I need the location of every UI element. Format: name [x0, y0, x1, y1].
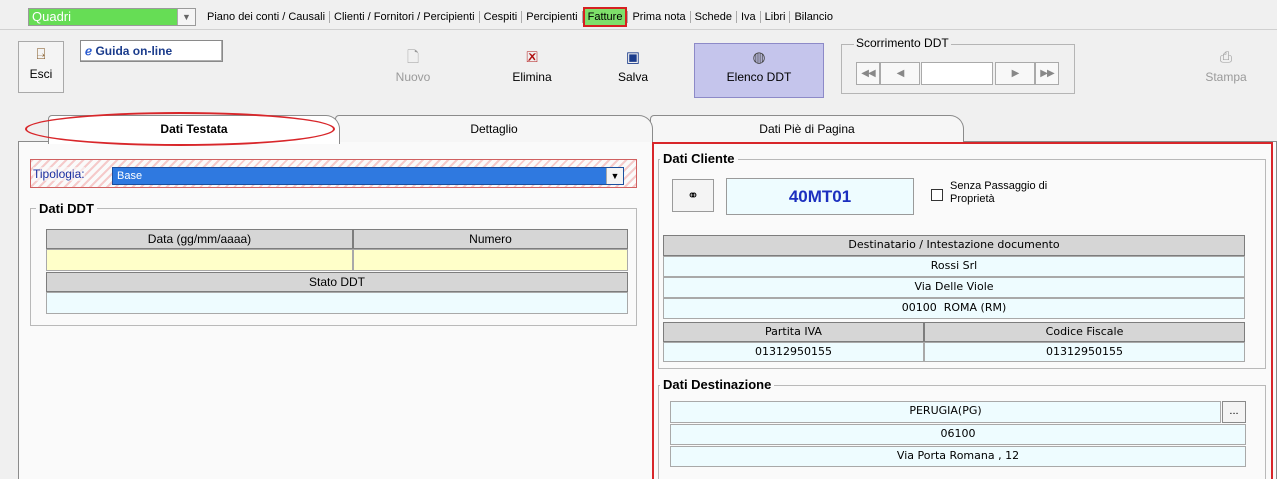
vat-header: Partita IVA	[663, 322, 924, 342]
destination-postal-field: 06100	[670, 424, 1246, 445]
print-button[interactable]: ⎙ Stampa	[1190, 50, 1262, 95]
ddt-list-button[interactable]: ◍ Elenco DDT	[694, 43, 824, 98]
dati-ddt-title: Dati DDT	[36, 201, 97, 216]
menu-item-iva[interactable]: Iva	[737, 9, 760, 25]
tab-detail[interactable]: Dettaglio	[335, 115, 653, 142]
menu-item-piano-conti[interactable]: Piano dei conti / Causali	[203, 9, 329, 25]
date-field[interactable]	[46, 249, 353, 271]
floppy-disk-icon: ▣	[625, 49, 641, 66]
main-menu: Piano dei conti / Causali Clienti / Forn…	[203, 7, 837, 27]
delete-label: Elimina	[512, 70, 552, 84]
tax-code-header: Codice Fiscale	[924, 322, 1245, 342]
tipologia-label: Tipologia:	[33, 167, 85, 181]
exit-label: Esci	[29, 67, 53, 81]
binoculars-icon: ⚭	[687, 187, 699, 203]
last-record-button[interactable]: ▶▶	[1035, 62, 1059, 85]
tax-code-field: 01312950155	[924, 342, 1245, 362]
help-globe-icon: ℯ	[85, 44, 93, 58]
senza-passaggio-label: Senza Passaggio di Proprietà	[950, 180, 1048, 205]
postal-city-field: 00100 ROMA (RM)	[663, 298, 1245, 319]
destination-browse-button[interactable]: ...	[1222, 401, 1246, 423]
destination-address-field: Via Porta Romana , 12	[670, 446, 1246, 467]
menu-item-cespiti[interactable]: Cespiti	[480, 9, 522, 25]
company-name-field: Rossi Srl	[663, 256, 1245, 277]
save-button[interactable]: ▣ Salva	[596, 50, 670, 95]
column-header-numero: Numero	[353, 229, 628, 249]
online-help-label: Guida on-line	[95, 44, 173, 58]
search-client-button[interactable]: ⚭	[672, 179, 714, 212]
recipient-header: Destinatario / Intestazione documento	[663, 235, 1245, 256]
first-record-button[interactable]: ◀◀	[856, 62, 880, 85]
menu-item-bilancio[interactable]: Bilancio	[790, 9, 837, 25]
status-field	[46, 292, 628, 314]
printer-icon: ⎙	[1219, 49, 1232, 66]
highlight-oval	[25, 112, 335, 146]
menu-item-schede[interactable]: Schede	[691, 9, 736, 25]
new-label: Nuovo	[395, 70, 431, 84]
column-header-data: Data (gg/mm/aaaa)	[46, 229, 353, 249]
number-field[interactable]	[353, 249, 628, 271]
new-document-icon: 🗋	[406, 49, 420, 66]
new-button[interactable]: 🗋 Nuovo	[387, 50, 439, 95]
address-field: Via Delle Viole	[663, 277, 1245, 298]
menu-item-prima-nota[interactable]: Prima nota	[628, 9, 689, 25]
ddt-scroll-legend: Scorrimento DDT	[854, 36, 951, 50]
ddt-list-label: Elenco DDT	[726, 70, 792, 84]
list-icon: ◍	[752, 49, 766, 66]
exit-button[interactable]: ⍈ Esci	[18, 41, 64, 93]
dati-destinazione-title: Dati Destinazione	[660, 377, 775, 392]
previous-record-button[interactable]: ◀	[880, 62, 920, 85]
senza-passaggio-checkbox[interactable]	[931, 189, 943, 201]
online-help-button[interactable]: ℯ Guida on-line	[80, 40, 223, 62]
menu-item-libri[interactable]: Libri	[761, 9, 790, 25]
tab-footer-data[interactable]: Dati Piè di Pagina	[650, 115, 964, 142]
chevron-down-icon[interactable]: ▼	[606, 168, 623, 184]
dati-cliente-title: Dati Cliente	[660, 151, 738, 166]
destination-city-field: PERUGIA(PG)	[670, 401, 1221, 423]
module-select[interactable]: Quadri	[28, 8, 196, 26]
print-label: Stampa	[1205, 70, 1247, 84]
menu-item-percipienti[interactable]: Percipienti	[522, 9, 581, 25]
chevron-down-icon[interactable]: ▼	[177, 9, 195, 25]
column-header-stato: Stato DDT	[46, 272, 628, 292]
record-position-field[interactable]	[921, 62, 993, 85]
save-label: Salva	[617, 70, 649, 84]
client-code-field[interactable]: 40MT01	[726, 178, 914, 215]
menu-item-clienti-fornitori[interactable]: Clienti / Fornitori / Percipienti	[330, 9, 479, 25]
delete-document-icon: 🗷	[526, 49, 538, 66]
menu-item-fatture[interactable]: Fatture	[582, 7, 628, 27]
vat-field: 01312950155	[663, 342, 924, 362]
next-record-button[interactable]: ▶	[995, 62, 1035, 85]
exit-door-icon: ⍈	[36, 46, 46, 63]
delete-button[interactable]: 🗷 Elimina	[493, 50, 571, 95]
tipologia-select[interactable]: Base	[112, 167, 624, 185]
